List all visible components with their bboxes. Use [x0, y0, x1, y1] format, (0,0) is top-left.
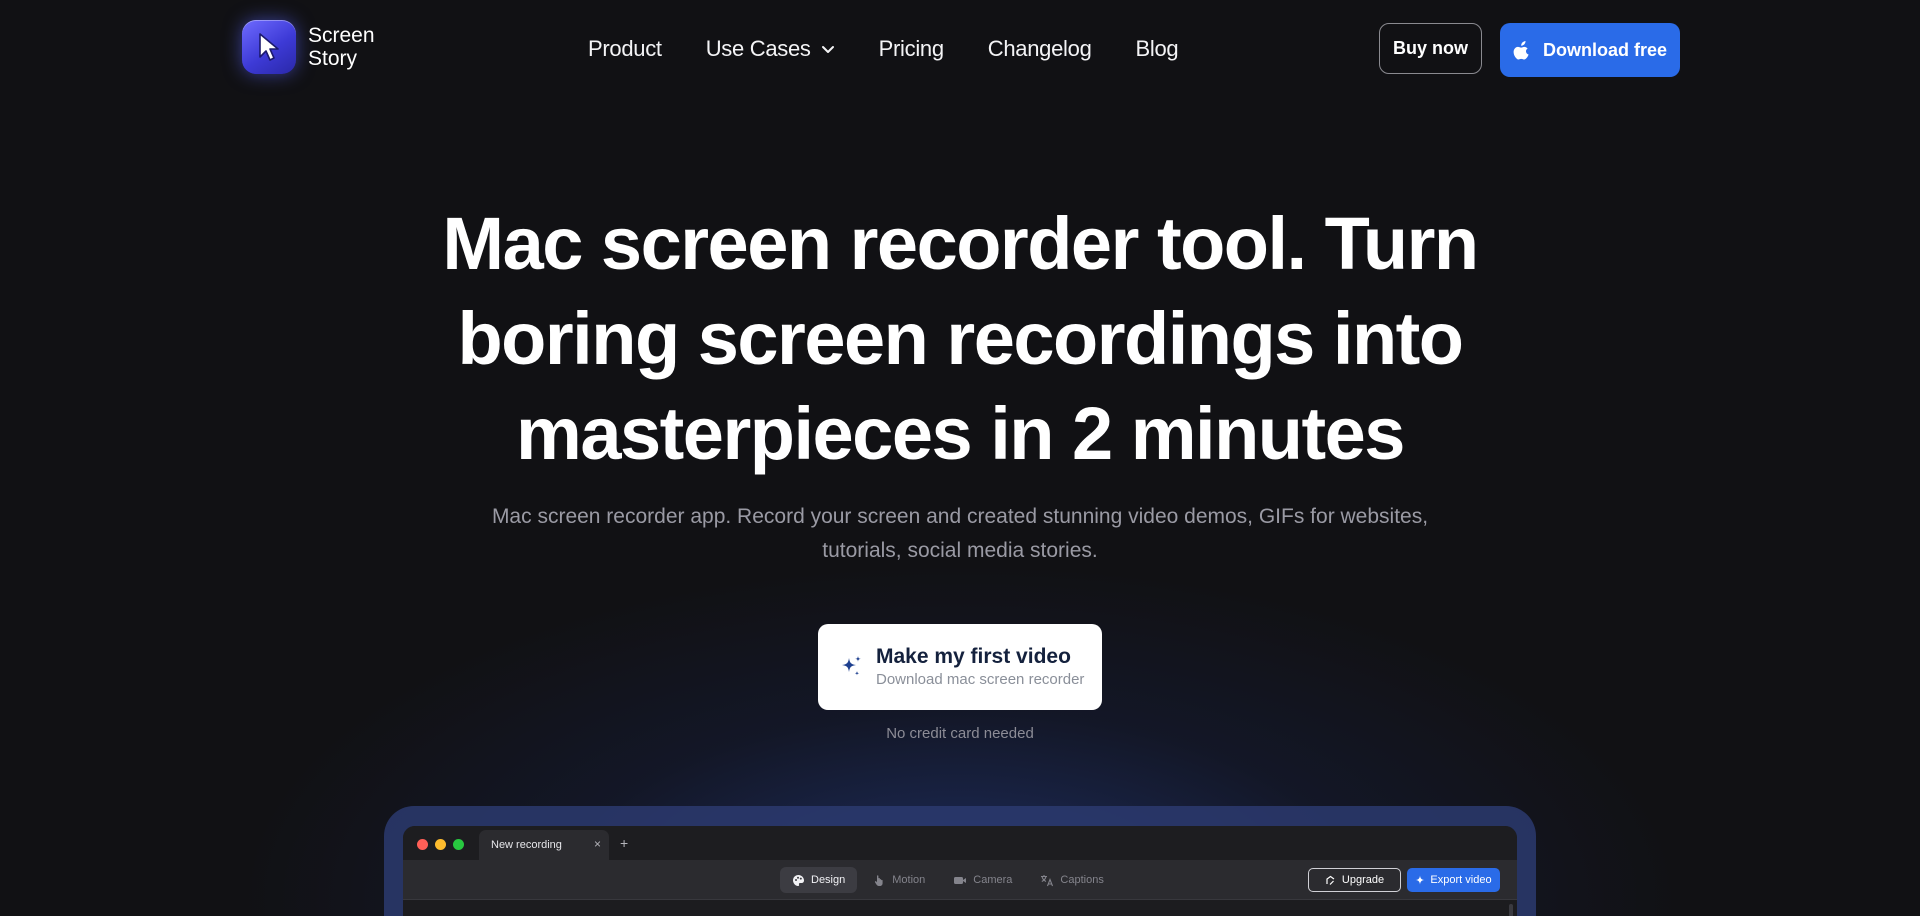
download-free-label: Download free: [1542, 39, 1667, 60]
tab-label: New recording: [491, 839, 562, 851]
buy-now-button[interactable]: Buy now: [1379, 23, 1482, 74]
mode-label: Motion: [892, 874, 926, 886]
hand-pointer-icon: [873, 874, 886, 887]
buy-now-label: Buy now: [1393, 38, 1468, 58]
mode-label: Design: [811, 874, 846, 886]
cta-subtitle: Download mac screen recorder: [876, 671, 1085, 688]
translate-icon: [1040, 874, 1054, 887]
app-preview-window: New recording × + Design Motion Camera C…: [403, 826, 1517, 916]
sparkle-icon: [838, 654, 864, 680]
nav-item-pricing[interactable]: Pricing: [879, 36, 944, 62]
mode-switcher: Design Motion Camera Captions: [780, 867, 1116, 893]
upgrade-label: Upgrade: [1341, 874, 1385, 886]
nav-item-label: Blog: [1135, 36, 1179, 61]
nav-item-label: Use Cases: [705, 36, 811, 61]
mode-label: Captions: [1060, 874, 1104, 886]
nav-item-label: Pricing: [878, 36, 944, 61]
camera-icon: [953, 875, 967, 886]
editor-toolbar: Design Motion Camera Captions Upgrade Ex…: [403, 860, 1517, 900]
nav-item-label: Changelog: [987, 36, 1092, 61]
maximize-window-dot[interactable]: [453, 839, 464, 850]
chevron-down-icon: [821, 45, 835, 54]
hero-subtitle: Mac screen recorder app. Record your scr…: [491, 505, 1429, 562]
upgrade-icon: [1325, 875, 1336, 886]
sparkle-icon: [1415, 875, 1425, 885]
hero-title: Mac screen recorder tool. Turn boring sc…: [442, 202, 1479, 475]
site-header: Screen Story Product Use Cases Pricing C…: [0, 0, 1920, 100]
cursor-arrow-icon: [242, 20, 296, 74]
scrollbar[interactable]: [1509, 904, 1513, 916]
mode-label: Camera: [973, 874, 1013, 886]
nav-item-blog[interactable]: Blog: [1136, 36, 1179, 62]
tab-new-recording[interactable]: New recording ×: [479, 830, 609, 860]
palette-icon: [792, 874, 805, 887]
no-credit-card-note: No credit card needed: [886, 725, 1034, 742]
main-nav: Product Use Cases Pricing Changelog Blog: [588, 36, 1179, 62]
tab-camera[interactable]: Camera: [941, 867, 1024, 893]
nav-item-label: Product: [588, 36, 662, 61]
tab-design[interactable]: Design: [780, 867, 858, 893]
cta-title: Make my first video: [876, 645, 1071, 668]
traffic-lights: [417, 839, 464, 850]
nav-item-product[interactable]: Product: [588, 36, 662, 62]
close-icon[interactable]: ×: [594, 837, 601, 851]
upgrade-button[interactable]: Upgrade: [1308, 868, 1401, 892]
brand-name-line1: Screen: [308, 24, 375, 47]
brand-name: Screen Story: [308, 24, 375, 70]
download-free-button[interactable]: Download free: [1500, 23, 1680, 77]
make-first-video-button[interactable]: Make my first video Download mac screen …: [818, 624, 1102, 710]
export-video-label: Export video: [1430, 874, 1492, 886]
apple-icon: [1513, 40, 1531, 60]
window-titlebar: New recording × +: [403, 826, 1517, 860]
nav-item-changelog[interactable]: Changelog: [988, 36, 1092, 62]
add-tab-icon[interactable]: +: [620, 835, 628, 851]
export-video-button[interactable]: Export video: [1407, 868, 1500, 892]
cta-text: Make my first video Download mac screen …: [876, 644, 1084, 690]
brand-name-line2: Story: [308, 47, 358, 70]
brand-logo[interactable]: Screen Story: [242, 20, 375, 74]
tab-captions[interactable]: Captions: [1028, 867, 1115, 893]
nav-item-use-cases[interactable]: Use Cases: [706, 36, 835, 62]
tab-motion[interactable]: Motion: [861, 867, 937, 893]
close-window-dot[interactable]: [417, 839, 428, 850]
minimize-window-dot[interactable]: [435, 839, 446, 850]
